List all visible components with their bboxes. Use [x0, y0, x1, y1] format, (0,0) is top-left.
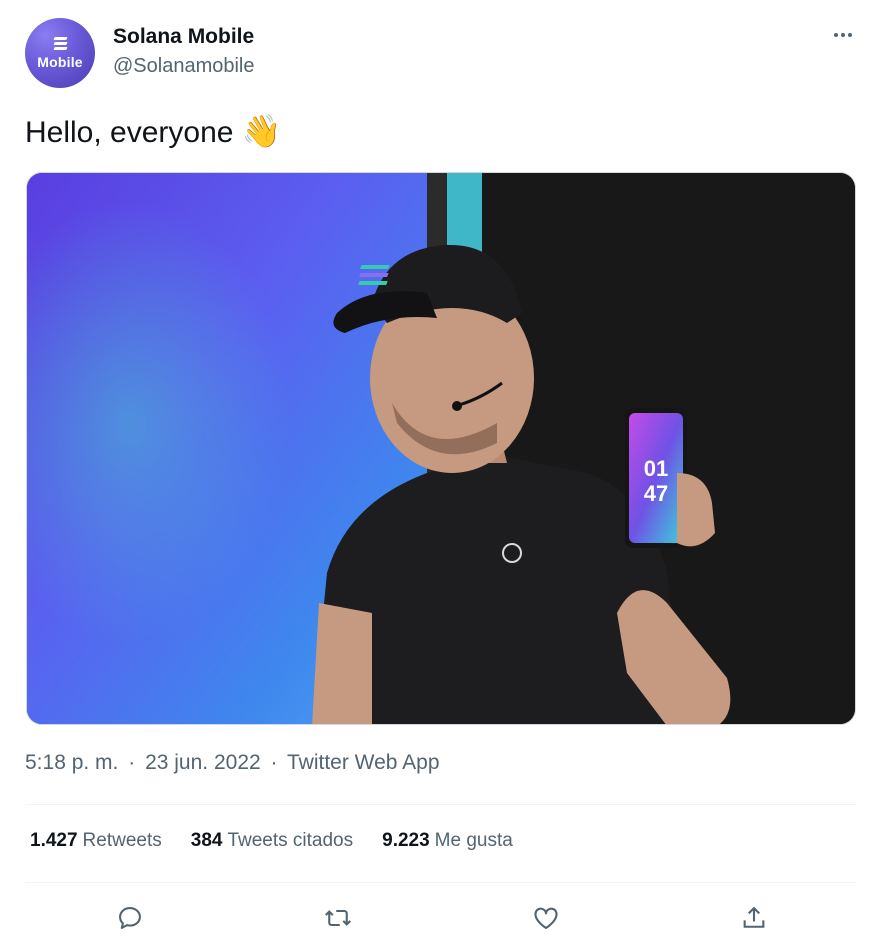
- meta-separator: ·: [128, 751, 136, 774]
- likes-label: Me gusta: [434, 830, 513, 851]
- divider: [25, 882, 856, 883]
- author-name[interactable]: Solana Mobile: [113, 25, 254, 49]
- tweet-stats: 1.427 Retweets 384 Tweets citados 9.223 Me …: [30, 830, 513, 852]
- tweet-meta: 5:18 p. m. · 23 jun. 2022 · Twitter Web …: [25, 751, 440, 775]
- tweet-time[interactable]: 5:18 p. m.: [25, 751, 118, 774]
- tweet-text: Hello, everyone 👋: [25, 112, 282, 150]
- phone-clock-hour: 01: [644, 456, 668, 481]
- retweets-count: 1.427: [30, 830, 78, 851]
- reply-icon[interactable]: [112, 900, 148, 936]
- phone-clock-minute: 47: [644, 481, 668, 506]
- share-icon[interactable]: [736, 900, 772, 936]
- author-handle[interactable]: @Solanamobile: [113, 55, 255, 78]
- avatar[interactable]: Mobile: [25, 18, 95, 88]
- more-icon[interactable]: [830, 22, 856, 48]
- likes-stat[interactable]: 9.223 Me gusta: [382, 830, 513, 852]
- avatar-label: Mobile: [37, 53, 83, 70]
- divider: [25, 804, 856, 805]
- quote-tweets-count: 384: [190, 830, 223, 851]
- tweet-date[interactable]: 23 jun. 2022: [145, 751, 261, 774]
- waving-hand-emoji: 👋: [241, 113, 282, 149]
- heart-icon[interactable]: [528, 900, 564, 936]
- retweets-stat[interactable]: 1.427 Retweets: [30, 830, 162, 852]
- tweet-body: Hello, everyone: [25, 116, 234, 149]
- quote-tweets-stat[interactable]: 384 Tweets citados: [191, 830, 353, 852]
- tweet-actions: [0, 900, 880, 940]
- tweet-photo[interactable]: 01 47: [26, 172, 856, 725]
- meta-separator: ·: [270, 751, 278, 774]
- solana-logo-icon: [52, 36, 68, 50]
- retweet-icon[interactable]: [320, 900, 356, 936]
- retweets-label: Retweets: [82, 830, 162, 851]
- tweet-source[interactable]: Twitter Web App: [287, 751, 440, 774]
- likes-count: 9.223: [382, 830, 430, 851]
- quote-tweets-label: Tweets citados: [227, 830, 354, 851]
